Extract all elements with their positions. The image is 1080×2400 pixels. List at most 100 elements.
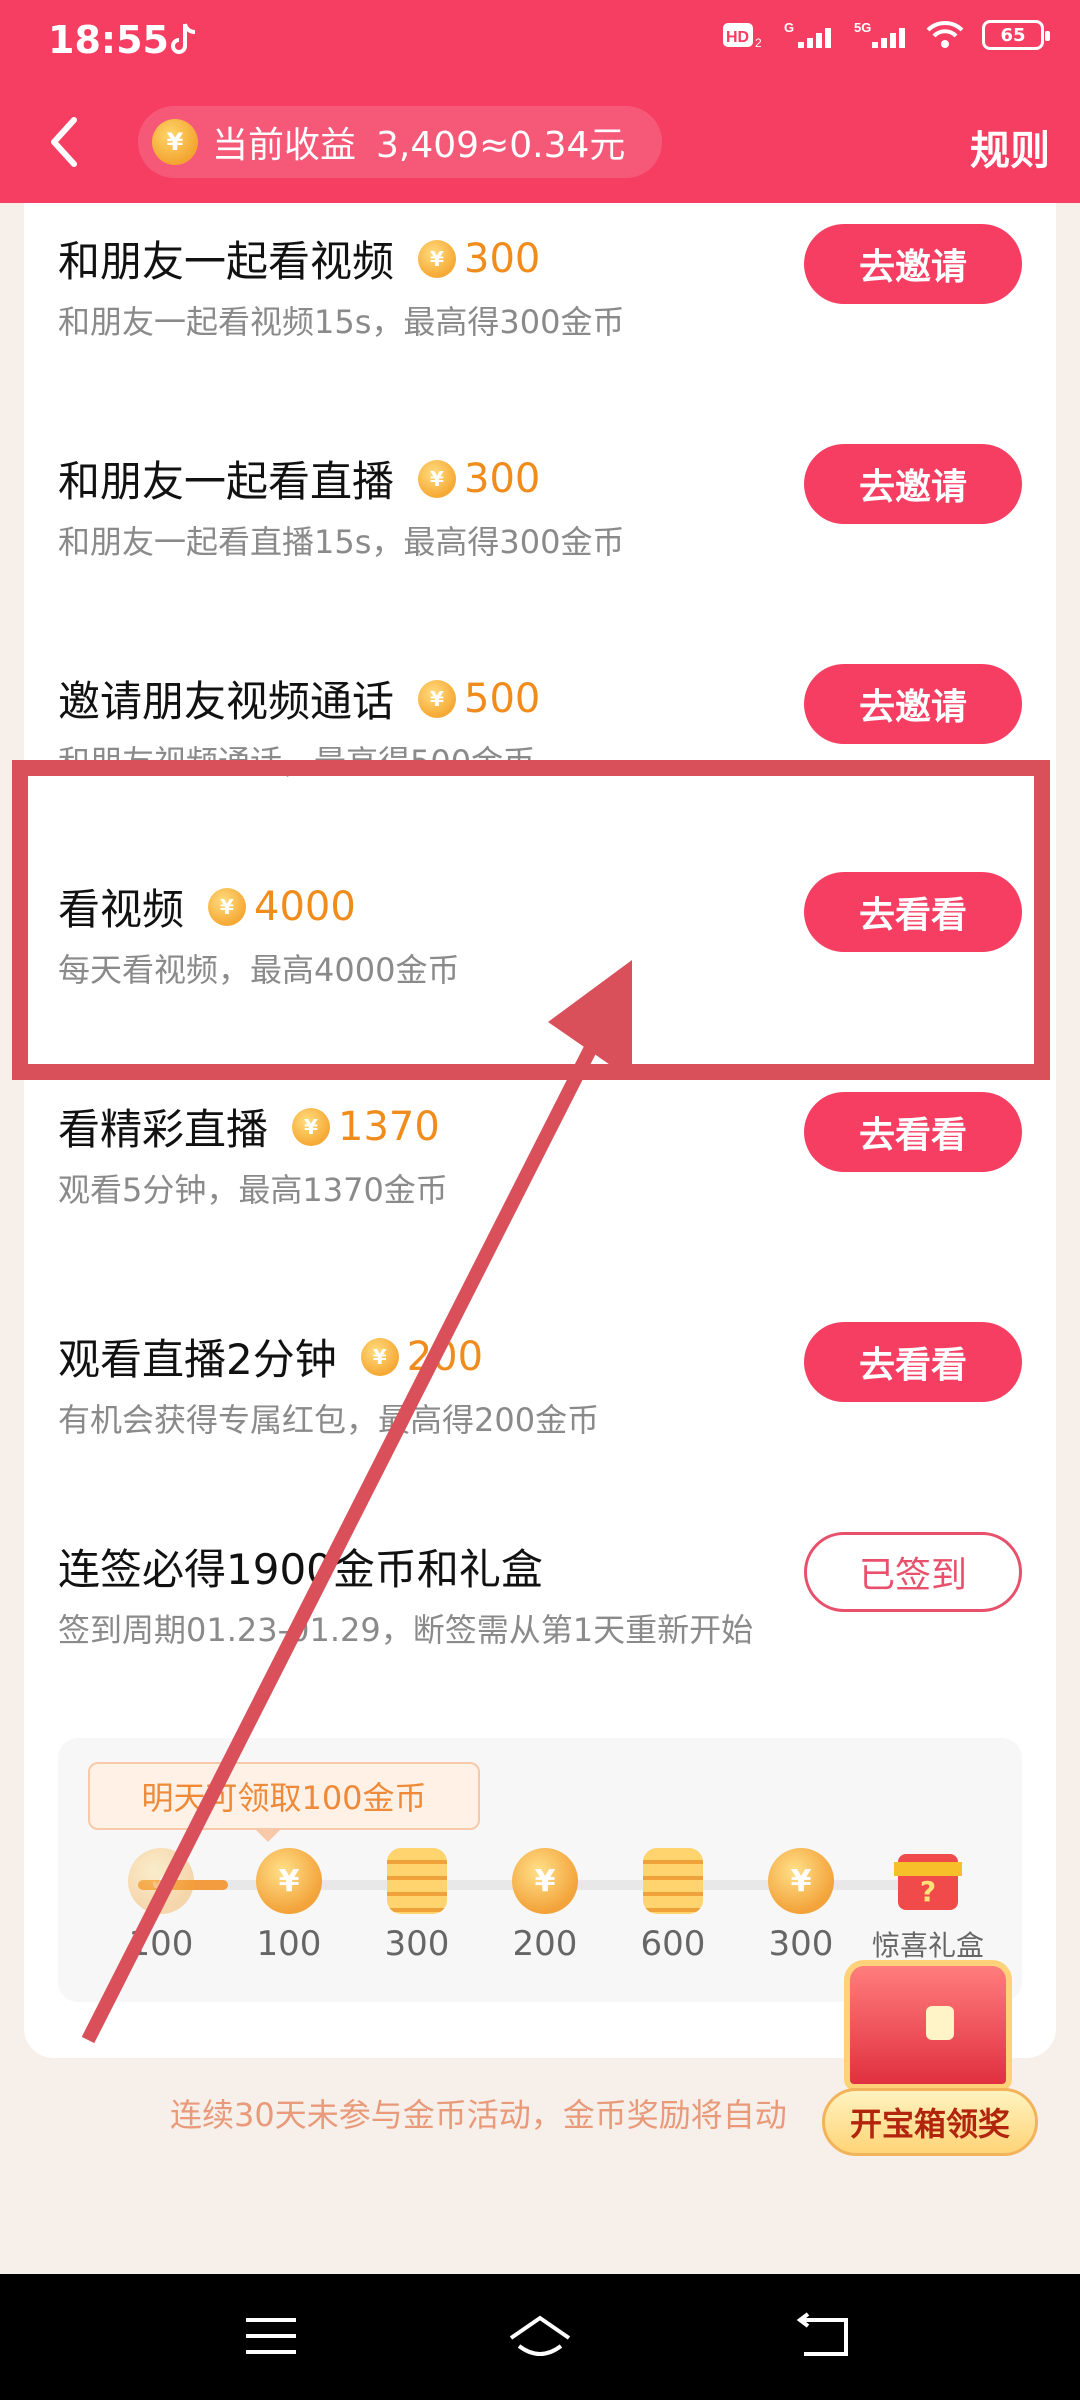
coin-icon: ¥ (768, 1848, 834, 1914)
coin-icon: ¥ (208, 887, 247, 926)
task-title: 看精彩直播 (58, 1105, 269, 1154)
task-title-row: 和朋友一起看视频 ¥ 300 (58, 228, 540, 289)
task-description: 和朋友一起看视频15s，最高得300金币 (58, 303, 625, 341)
task-title: 观看直播2分钟 (58, 1335, 337, 1384)
reward-amount: 200 (406, 1333, 484, 1380)
task-title-row: 邀请朋友视频通话 ¥ 500 (58, 668, 540, 729)
task-title: 邀请朋友视频通话 (58, 677, 395, 726)
coin-icon: ¥ (152, 119, 198, 165)
treasure-box-widget[interactable]: 开宝箱领奖 (822, 1960, 1042, 2160)
status-time: 18:55 (48, 18, 169, 62)
day-reward-label: 200 (512, 1924, 578, 1964)
task-description: 有机会获得专属红包，最高得200金币 (58, 1401, 600, 1439)
coin-icon: ¥ (418, 459, 457, 498)
coin-icon: ¥ (360, 1337, 399, 1376)
signin-title: 连签必得1900金币和礼盒 (58, 1545, 543, 1594)
task-description: 每天看视频，最高4000金币 (58, 951, 460, 989)
invite-button[interactable]: 去邀请 (804, 444, 1022, 524)
reward-amount: 1370 (338, 1103, 440, 1150)
wifi-icon (926, 20, 964, 48)
task-title-row: 看精彩直播 ¥ 1370 (58, 1096, 440, 1157)
signal-g-icon: G (784, 20, 831, 48)
coin-stack-icon (387, 1848, 447, 1914)
day-reward-label: 300 (384, 1924, 450, 1964)
svg-text:5G: 5G (854, 20, 871, 35)
tip-arrow (254, 1828, 282, 1842)
task-item-signin: 连签必得1900金币和礼盒 签到周期01.23-01.29，断签需从第1天重新开… (24, 1508, 1056, 1728)
header: 18:55 HD 2 G 5G 65 ¥ 当前收益 3,409≈0.34元 规则 (0, 0, 1080, 203)
signal-5g-icon: 5G (854, 20, 905, 48)
tomorrow-reward-tip: 明天可领取100金币 (88, 1762, 480, 1830)
earnings-value: 3,409≈0.34元 (376, 125, 626, 166)
coin-icon: ¥ (418, 679, 457, 718)
coin-icon: ¥ (256, 1848, 322, 1914)
coin-icon: ¥ (292, 1107, 331, 1146)
signin-day-2: ¥ 100 (244, 1848, 334, 1964)
watch-button[interactable]: 去看看 (804, 1092, 1022, 1172)
invite-button[interactable]: 去邀请 (804, 664, 1022, 744)
hd-icon: HD 2 (723, 23, 762, 50)
signin-day-5: 600 (628, 1848, 718, 1964)
task-item-watch-live: 看精彩直播 ¥ 1370 观看5分钟，最高1370金币 去看看 (24, 1068, 1056, 1248)
task-title: 看视频 (58, 885, 185, 934)
coin-icon: ¥ (512, 1848, 578, 1914)
footer-note: 连续30天未参与金币活动，金币奖励将自动 (170, 2096, 787, 2134)
task-description: 和朋友一起看直播15s，最高得300金币 (58, 523, 625, 561)
system-nav-bar (0, 2274, 1080, 2400)
status-icons: HD 2 G 5G 65 (722, 20, 1050, 50)
rules-link[interactable]: 规则 (970, 118, 1050, 176)
day-reward-label: 300 (768, 1924, 834, 1964)
task-description: 和朋友视频通话，最高得500金币 (58, 743, 536, 781)
task-title: 和朋友一起看直播 (58, 457, 395, 506)
day-reward-label: 600 (640, 1924, 706, 1964)
task-title-row: 和朋友一起看直播 ¥ 300 (58, 448, 540, 509)
signin-day-1: ✓ 100 (116, 1848, 206, 1964)
invite-button[interactable]: 去邀请 (804, 224, 1022, 304)
signed-in-button[interactable]: 已签到 (804, 1532, 1022, 1612)
treasure-chest-icon (844, 1960, 1012, 2090)
earnings-pill[interactable]: ¥ 当前收益 3,409≈0.34元 (138, 106, 662, 178)
reward-amount: 300 (464, 455, 541, 502)
signin-day-7: ? 惊喜礼盒 (868, 1848, 988, 1964)
svg-text:G: G (784, 20, 794, 35)
back-icon[interactable] (790, 2312, 860, 2362)
gift-icon: ? (894, 1854, 962, 1910)
day-reward-label: 惊喜礼盒 (871, 1929, 984, 1962)
signin-day-3: 300 (372, 1848, 462, 1964)
watch-button[interactable]: 去看看 (804, 1322, 1022, 1402)
back-arrow-icon[interactable] (44, 114, 84, 170)
svg-text:HD: HD (726, 29, 749, 46)
menu-icon[interactable] (240, 2312, 310, 2362)
svg-text:2: 2 (755, 36, 762, 50)
day-reward-label: 100 (128, 1924, 194, 1964)
reward-amount: 300 (464, 235, 541, 282)
task-item-watch-video-with-friends: 和朋友一起看视频 ¥ 300 和朋友一起看视频15s，最高得300金币 去邀请 (24, 200, 1056, 380)
tiktok-icon (171, 23, 196, 54)
reward-amount: 4000 (254, 883, 356, 930)
coin-icon: ✓ (128, 1848, 194, 1914)
watch-button[interactable]: 去看看 (804, 872, 1022, 952)
task-item-watch-live-with-friends: 和朋友一起看直播 ¥ 300 和朋友一起看直播15s，最高得300金币 去邀请 (24, 420, 1056, 600)
task-title-row: 观看直播2分钟 ¥ 200 (58, 1326, 483, 1387)
battery-icon: 65 (982, 20, 1050, 50)
task-description: 观看5分钟，最高1370金币 (58, 1171, 448, 1209)
task-title-row: 看视频 ¥ 4000 (58, 876, 356, 937)
task-item-video-call: 邀请朋友视频通话 ¥ 500 和朋友视频通话，最高得500金币 去邀请 (24, 640, 1056, 820)
day-reward-label: 100 (256, 1924, 322, 1964)
home-icon[interactable] (505, 2312, 575, 2362)
task-title: 和朋友一起看视频 (58, 237, 395, 286)
task-title-row: 连签必得1900金币和礼盒 (58, 1536, 543, 1597)
status-bar: 18:55 HD 2 G 5G 65 (0, 0, 1080, 80)
task-card: 和朋友一起看视频 ¥ 300 和朋友一起看视频15s，最高得300金币 去邀请 … (24, 200, 1056, 2058)
reward-amount: 500 (464, 675, 541, 722)
signin-day-4: ¥ 200 (500, 1848, 590, 1964)
coin-stack-icon (643, 1848, 703, 1914)
earnings-label: 当前收益 (212, 125, 357, 166)
treasure-box-button[interactable]: 开宝箱领奖 (822, 2088, 1038, 2156)
coin-icon: ¥ (418, 239, 457, 278)
task-item-watch-video: 看视频 ¥ 4000 每天看视频，最高4000金币 去看看 (24, 848, 1056, 1028)
signin-day-6: ¥ 300 (756, 1848, 846, 1964)
lock-icon (926, 2006, 954, 2040)
task-item-watch-live-2min: 观看直播2分钟 ¥ 200 有机会获得专属红包，最高得200金币 去看看 (24, 1298, 1056, 1478)
signin-description: 签到周期01.23-01.29，断签需从第1天重新开始 (58, 1611, 754, 1649)
